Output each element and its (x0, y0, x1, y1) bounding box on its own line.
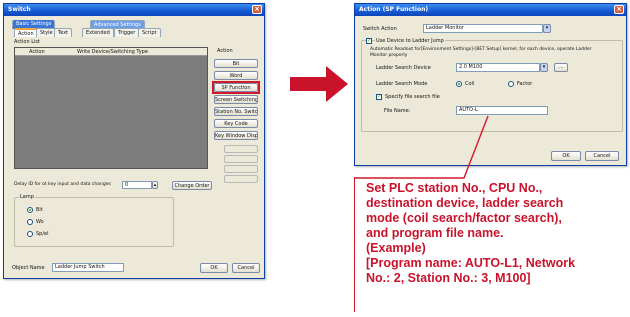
switch-dialog-title: Switch (8, 6, 31, 13)
action-list[interactable]: Action Write Device/Switching Type (14, 47, 208, 169)
lamp-special-label: Sp/el (36, 231, 49, 237)
bit-button[interactable]: Bit (214, 59, 258, 68)
callout-line-5: (Example) (366, 241, 426, 255)
switch-dialog-titlebar: Switch × (4, 4, 264, 16)
lamp-label: Lamp (19, 194, 35, 200)
specify-file-label: Specify file search file (385, 94, 440, 100)
tab-action[interactable]: Action (14, 28, 38, 37)
callout-bracket (354, 177, 360, 312)
object-name-input[interactable]: Ladder Jump Switch (52, 263, 124, 272)
lamp-bit-radio[interactable] (27, 207, 33, 213)
search-device-label: Ladder Search Device (376, 65, 431, 71)
sp-function-titlebar: Action (SP Function) × (355, 4, 626, 16)
mode-factor-radio[interactable] (508, 81, 514, 87)
column-action[interactable]: Action (29, 49, 45, 55)
ok-button[interactable]: OK (200, 263, 228, 273)
tab-trigger[interactable]: Trigger (114, 28, 140, 37)
switch-action-select[interactable]: Ladder Monitor (423, 24, 543, 33)
cancel-button[interactable]: Cancel (585, 151, 619, 161)
chevron-down-icon[interactable]: ▾ (540, 63, 548, 72)
search-mode-label: Ladder Search Mode (376, 81, 428, 87)
lamp-bit-label: Bit (36, 207, 43, 213)
disabled-button-1 (224, 145, 258, 153)
tab-extended[interactable]: Extended (82, 28, 114, 37)
lamp-word-label: Wo (36, 219, 44, 225)
word-button[interactable]: Word (214, 71, 258, 80)
lamp-word-radio[interactable] (27, 219, 33, 225)
callout-text: Set PLC station No., CPU No., destinatio… (366, 181, 628, 286)
delay-input[interactable]: 0 (122, 181, 152, 189)
lamp-group: Lamp Bit Wo Sp/el (14, 194, 174, 247)
action-label: Action (217, 48, 233, 54)
disabled-button-4 (224, 175, 258, 183)
callout-pointer (354, 115, 489, 179)
mode-factor-label: Factor (517, 81, 533, 87)
tab-script[interactable]: Script (138, 28, 161, 37)
arrow-shape (290, 66, 348, 102)
callout-line-1: Set PLC station No., CPU No., (366, 181, 543, 195)
action-list-header: Action Write Device/Switching Type (15, 48, 207, 56)
action-list-label: Action List (14, 39, 40, 45)
search-device-select[interactable]: 2.0 M100 (456, 63, 540, 72)
specify-file-checkbox[interactable]: ✓ (376, 94, 382, 100)
change-order-button[interactable]: Change Order (172, 181, 212, 190)
tab-text[interactable]: Text (54, 28, 73, 37)
callout-line-7: No.: 2, Station No.: 3, M100] (366, 271, 531, 285)
chevron-down-icon[interactable]: ▾ (543, 24, 551, 33)
column-write-device[interactable]: Write Device/Switching Type (77, 49, 148, 55)
close-icon[interactable]: × (614, 5, 624, 14)
switch-action-label: Switch Action (363, 26, 397, 32)
disabled-button-3 (224, 165, 258, 173)
callout-line-3: mode (coil search/factor search), (366, 211, 562, 225)
close-icon[interactable]: × (252, 5, 262, 14)
lamp-special-radio[interactable] (27, 231, 33, 237)
object-name-label: Object Name (12, 265, 45, 271)
callout-pointer-line (354, 115, 489, 179)
key-window-display-button[interactable]: Key Window Display (214, 131, 258, 140)
callout-line-2: destination device, ladder search (366, 196, 564, 210)
screen-switching-button[interactable]: Screen Switching (214, 95, 258, 104)
arrow-right-icon (290, 66, 348, 102)
mode-coil-label: Coil (465, 81, 475, 87)
key-code-button[interactable]: Key Code (214, 119, 258, 128)
delay-spinner[interactable]: ▴ (152, 181, 158, 189)
mode-coil-radio[interactable] (456, 81, 462, 87)
use-device-label: Use Device to Ladder Jump (375, 38, 445, 44)
callout-line-4: and program file name. (366, 226, 504, 240)
callout-line-6: [Program name: AUTO-L1, Network (366, 256, 576, 270)
station-no-switching-button[interactable]: Station No. Switching (214, 107, 258, 116)
settings-note: Automatic Readout for[Environment Settin… (370, 47, 592, 58)
sp-function-title: Action (SP Function) (359, 6, 429, 13)
disabled-button-2 (224, 155, 258, 163)
ok-button[interactable]: OK (551, 151, 581, 161)
sp-function-highlight (212, 81, 260, 94)
delay-label: Delay ID for ot key input and data chang… (14, 182, 111, 187)
browse-button[interactable]: ... (554, 63, 568, 72)
use-device-checkbox[interactable]: ✓ (366, 38, 372, 44)
cancel-button[interactable]: Cancel (232, 263, 260, 273)
switch-dialog: Switch × Basic Settings Advanced Setting… (3, 3, 265, 279)
